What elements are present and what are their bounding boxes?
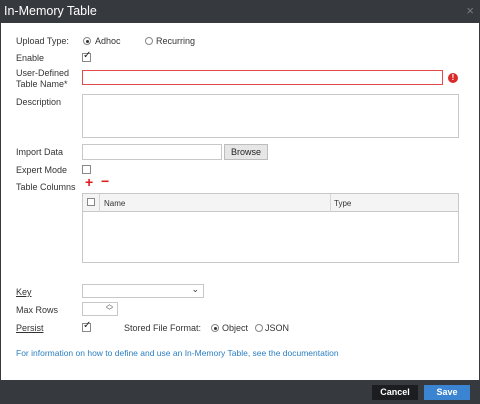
stored-file-format-label: Stored File Format:: [124, 323, 202, 333]
key-label: Key: [16, 287, 32, 297]
select-all-checkbox[interactable]: [87, 198, 95, 206]
table-name-label-line1: User-Defined: [16, 68, 70, 78]
key-select[interactable]: ⌄: [82, 284, 204, 298]
grid-header: Name Type: [83, 194, 458, 212]
expert-mode-label: Expert Mode: [16, 165, 68, 175]
expert-mode-checkbox[interactable]: [82, 165, 91, 174]
table-name-label-line2: Table Name*: [16, 79, 68, 89]
max-rows-label: Max Rows: [16, 305, 59, 315]
upload-type-recurring-label[interactable]: Recurring: [156, 36, 195, 46]
table-columns-grid: Name Type: [82, 193, 459, 263]
chevron-down-icon: ⌄: [191, 285, 199, 295]
format-json-radio[interactable]: [255, 324, 263, 332]
max-rows-stepper[interactable]: ︿ ﹀: [82, 301, 118, 316]
documentation-link[interactable]: For information on how to define and use…: [16, 348, 339, 358]
persist-checkbox[interactable]: [82, 320, 91, 332]
column-divider: [330, 194, 331, 212]
table-columns-label: Table Columns: [16, 182, 76, 192]
format-object-radio[interactable]: [211, 324, 219, 332]
column-header-name[interactable]: Name: [104, 199, 125, 208]
add-column-icon[interactable]: +: [85, 175, 93, 189]
remove-column-icon[interactable]: −: [101, 174, 109, 188]
description-textarea[interactable]: [82, 94, 459, 138]
error-icon: !: [448, 73, 458, 83]
dialog-title: In-Memory Table: [4, 4, 97, 18]
upload-type-adhoc-radio[interactable]: [83, 37, 91, 45]
cancel-button[interactable]: Cancel: [372, 385, 418, 400]
close-icon[interactable]: ×: [466, 3, 474, 18]
enable-checkbox[interactable]: [82, 50, 91, 62]
format-json-label[interactable]: JSON: [265, 323, 289, 333]
dialog-title-bar: In-Memory Table ×: [0, 0, 480, 23]
persist-label: Persist: [16, 323, 44, 333]
enable-label: Enable: [16, 53, 45, 63]
column-header-type[interactable]: Type: [334, 199, 351, 208]
save-button[interactable]: Save: [424, 385, 470, 400]
description-label: Description: [16, 97, 62, 107]
upload-type-label: Upload Type:: [16, 36, 69, 46]
table-name-input[interactable]: [82, 70, 443, 85]
stepper-arrows-icon[interactable]: ︿ ﹀: [106, 301, 113, 315]
column-divider: [99, 194, 100, 212]
import-data-input[interactable]: [82, 144, 222, 160]
upload-type-adhoc-label[interactable]: Adhoc: [95, 36, 121, 46]
browse-button[interactable]: Browse: [224, 144, 268, 160]
format-object-label[interactable]: Object: [222, 323, 248, 333]
import-data-label: Import Data: [16, 147, 64, 157]
upload-type-recurring-radio[interactable]: [145, 37, 153, 45]
